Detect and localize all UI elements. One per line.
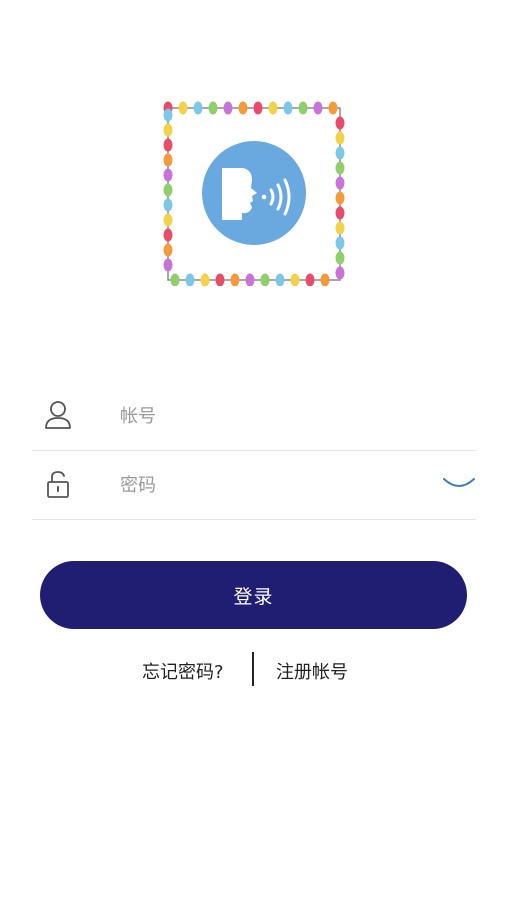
light-bulb: [215, 273, 225, 286]
light-bulb: [163, 168, 173, 182]
lock-icon: [47, 471, 69, 498]
light-bulb: [335, 146, 345, 160]
light-bulb: [163, 153, 173, 167]
password-input[interactable]: [118, 465, 422, 505]
light-bulb: [208, 101, 218, 115]
password-field: [32, 451, 476, 520]
light-bulb: [178, 101, 188, 115]
auth-links: 忘记密码? 注册帐号: [0, 650, 507, 688]
light-bulb: [163, 123, 173, 137]
light-bulb: [223, 101, 233, 115]
light-bulb: [335, 191, 345, 205]
light-bulb: [283, 101, 293, 115]
light-bulb: [185, 273, 195, 286]
user-icon: [45, 401, 71, 429]
light-bulb: [245, 273, 255, 286]
light-bulb: [298, 101, 308, 115]
light-bulb: [170, 273, 180, 286]
register-account-link[interactable]: 注册帐号: [276, 658, 348, 684]
forgot-password-link[interactable]: 忘记密码?: [142, 658, 224, 684]
light-bulb: [230, 273, 240, 286]
light-bulb: [335, 176, 345, 190]
light-bulb: [193, 101, 203, 115]
account-field: [32, 382, 476, 451]
light-bulb: [163, 183, 173, 197]
light-bulb: [163, 243, 173, 257]
light-bulb: [163, 108, 173, 122]
light-bulb: [268, 101, 278, 115]
light-bulb: [320, 273, 330, 286]
light-bulb: [335, 221, 345, 235]
light-bulb: [200, 273, 210, 286]
light-bulb: [335, 116, 345, 130]
sound-dot: [261, 194, 267, 200]
light-bulb: [313, 101, 323, 115]
app-logo-graphic: [163, 101, 345, 286]
light-bulb: [253, 101, 263, 115]
light-bulb: [335, 251, 345, 265]
app-logo: [160, 100, 348, 286]
login-button[interactable]: 登录: [40, 561, 467, 629]
light-bulb: [335, 161, 345, 175]
light-bulb: [163, 138, 173, 152]
light-bulb: [275, 273, 285, 286]
light-bulb: [163, 258, 173, 272]
light-bulb: [335, 206, 345, 220]
eye-closed-icon[interactable]: [442, 471, 476, 493]
light-bulb: [238, 101, 248, 115]
light-bulb: [163, 213, 173, 227]
light-bulb: [335, 236, 345, 250]
light-bulb: [290, 273, 300, 286]
light-bulb: [163, 228, 173, 242]
links-divider: [252, 652, 254, 686]
light-bulb: [335, 266, 345, 280]
light-bulb: [260, 273, 270, 286]
light-bulb: [305, 273, 315, 286]
account-input[interactable]: [118, 396, 422, 436]
light-bulb: [163, 198, 173, 212]
light-bulb: [328, 101, 338, 115]
light-bulb: [335, 131, 345, 145]
